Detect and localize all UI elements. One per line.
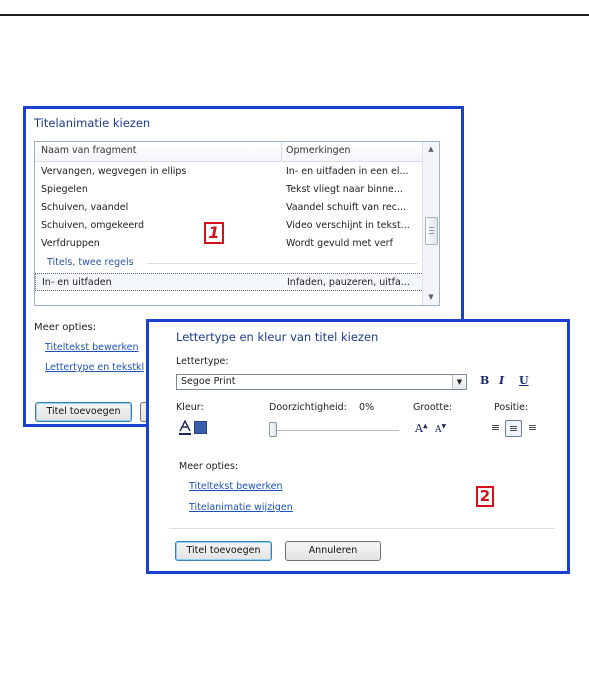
list-item-name: Verfdruppen (41, 238, 100, 249)
font-grow-letter: A (415, 422, 423, 435)
edit-title-link[interactable]: Titeltekst bewerken (45, 342, 145, 353)
list-item-note: Vaandel schuift van rec... (286, 202, 407, 213)
add-title-button[interactable]: Titel toevoegen (35, 402, 132, 422)
animation-list[interactable]: Naam van fragment Opmerkingen Vervangen,… (34, 141, 440, 306)
panel-title: Lettertype en kleur van titel kiezen (176, 330, 379, 344)
color-label: Kleur: (176, 402, 204, 413)
thumb-grip (429, 230, 434, 231)
group-divider (147, 263, 417, 264)
bold-button[interactable]: B (480, 374, 489, 387)
size-label: Grootte: (413, 402, 453, 413)
edit-title-link[interactable]: Titeltekst bewerken (189, 481, 283, 492)
chevron-down-icon[interactable]: ▼ (452, 375, 466, 389)
list-header: Naam van fragment Opmerkingen (35, 142, 424, 162)
transparency-slider-thumb[interactable] (269, 422, 277, 437)
align-right-icon[interactable]: ≡ (524, 420, 541, 437)
column-header-name[interactable]: Naam van fragment (41, 145, 136, 156)
list-item[interactable]: Schuiven, omgekeerd Video verschijnt in … (35, 217, 424, 235)
underline-button[interactable]: U (519, 374, 529, 387)
list-item-name: In- en uitfaden (42, 277, 112, 288)
footer-divider (169, 528, 555, 529)
list-item-note: Wordt gevuld met verf (286, 238, 393, 249)
list-item-note: Infaden, pauzeren, uitfa... (287, 277, 410, 288)
list-item-selected[interactable]: In- en uitfaden Infaden, pauzeren, uitfa… (35, 273, 424, 291)
italic-button[interactable]: I (499, 374, 504, 387)
cancel-button[interactable]: Annuleren (285, 541, 381, 561)
list-item[interactable]: Spiegelen Tekst vliegt naar binne... (35, 181, 424, 199)
top-rule (0, 14, 589, 16)
transparency-label: Doorzichtigheid: (269, 402, 347, 413)
list-item[interactable]: Schuiven, vaandel Vaandel schuift van re… (35, 199, 424, 217)
list-group-header: Titels, twee regels (35, 254, 424, 272)
transparency-slider-track[interactable] (269, 430, 399, 431)
list-item-name: Spiegelen (41, 184, 88, 195)
scroll-thumb[interactable] (425, 217, 438, 245)
column-separator[interactable] (281, 142, 282, 161)
font-select-value: Segoe Print (181, 376, 236, 387)
callout-badge-1: 1 (204, 222, 224, 244)
font-color-panel: Lettertype en kleur van titel kiezen Let… (146, 319, 570, 574)
font-label: Lettertype: (176, 356, 229, 367)
align-left-icon[interactable]: ≡ (487, 420, 504, 437)
list-item-name: Vervangen, wegvegen in ellips (41, 166, 187, 177)
list-item-name: Schuiven, vaandel (41, 202, 129, 213)
list-item-note: In- en uitfaden in een el... (286, 166, 409, 177)
list-item-name: Schuiven, omgekeerd (41, 220, 145, 231)
panel-title: Titelanimatie kiezen (34, 116, 151, 130)
font-color-link[interactable]: Lettertype en tekstkl (45, 362, 144, 373)
thumb-grip (429, 227, 434, 228)
list-item[interactable]: Vervangen, wegvegen in ellips In- en uit… (35, 163, 424, 181)
list-item[interactable]: Verfdruppen Wordt gevuld met verf (35, 235, 424, 253)
transparency-value: 0% (359, 402, 375, 413)
scroll-down-icon[interactable]: ▼ (423, 290, 439, 304)
font-color-icon[interactable] (178, 420, 192, 436)
font-shrink-icon[interactable]: A▼ (435, 423, 446, 435)
color-swatch-icon[interactable] (194, 421, 207, 434)
thumb-grip (429, 233, 434, 234)
list-item-note: Video verschijnt in tekst... (286, 220, 410, 231)
callout-badge-2: 2 (476, 486, 494, 507)
list-item-note: Tekst vliegt naar binne... (286, 184, 403, 195)
column-header-notes[interactable]: Opmerkingen (286, 145, 351, 156)
more-options-label: Meer opties: (179, 461, 239, 472)
change-animation-link[interactable]: Titelanimatie wijzigen (189, 502, 293, 513)
align-center-icon[interactable]: ≡ (505, 420, 522, 437)
more-options-label: Meer opties: (34, 322, 97, 333)
position-label: Positie: (494, 402, 529, 413)
list-scrollbar[interactable]: ▲ ▼ (422, 142, 439, 305)
font-grow-icon[interactable]: A▲ (415, 422, 428, 435)
scroll-up-icon[interactable]: ▲ (423, 142, 439, 156)
font-select[interactable]: Segoe Print ▼ (176, 374, 467, 390)
add-title-button[interactable]: Titel toevoegen (175, 541, 272, 561)
